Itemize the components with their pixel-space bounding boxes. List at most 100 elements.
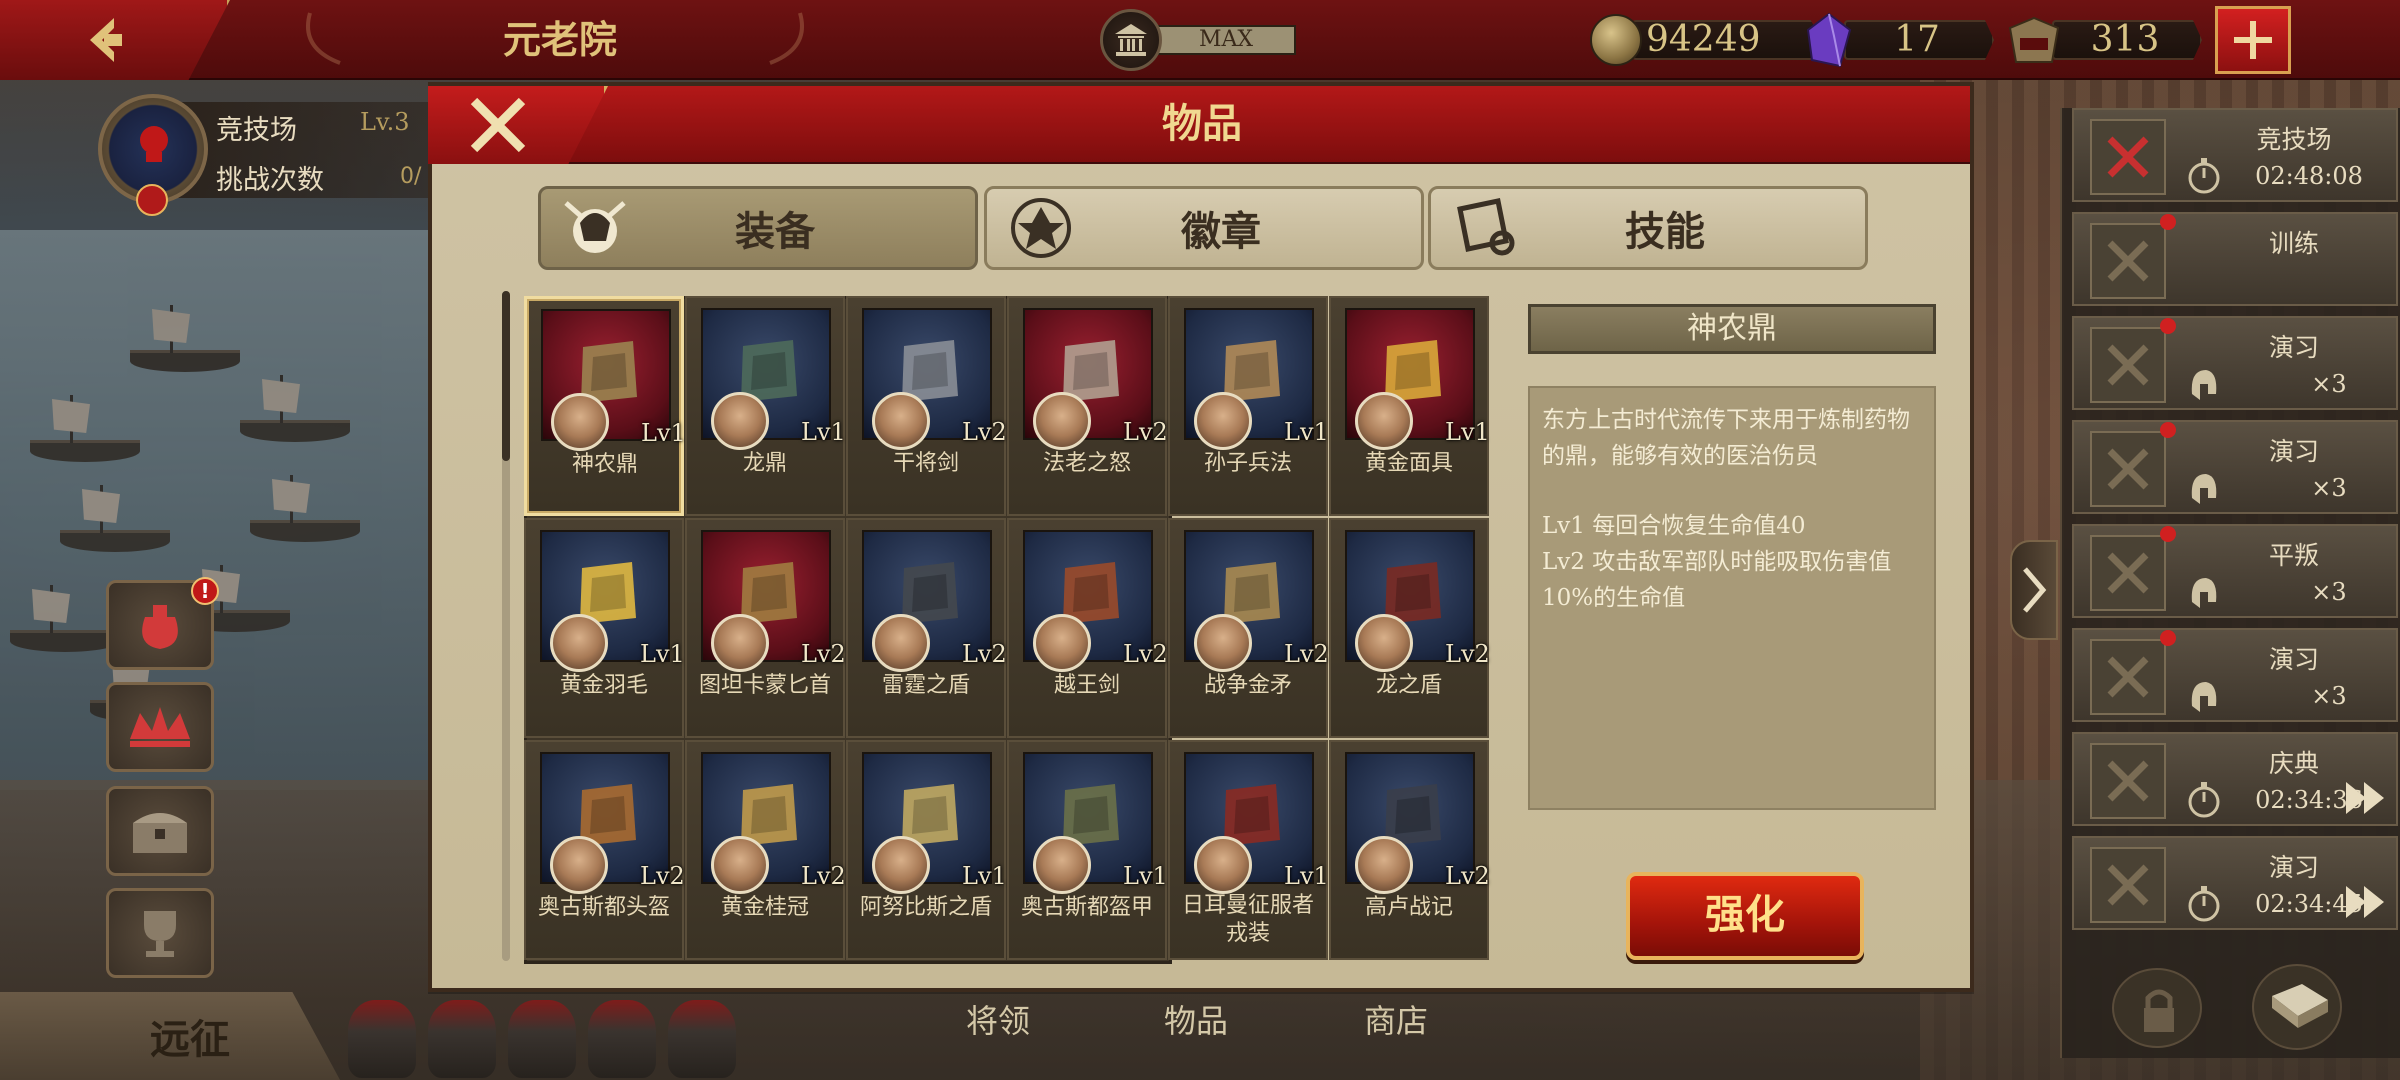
laurel-crown-icon [130, 707, 190, 747]
quest-item[interactable]: 演习 ×3 [2072, 628, 2398, 722]
item-level: Lv2 [1445, 640, 1490, 668]
add-resource-button[interactable] [2215, 6, 2291, 74]
bottom-tab-items[interactable]: 物品 [1164, 996, 1228, 1042]
item-name: 图坦卡蒙匕首 [698, 673, 831, 698]
quest-count: ×3 [2311, 682, 2347, 710]
tab-equipment-label: 装备 [735, 208, 815, 255]
chest-button[interactable] [106, 786, 214, 876]
item-level: Lv1 [962, 862, 1007, 890]
quest-alert-dot [2160, 526, 2176, 542]
modal-title: 物品 [1162, 100, 1242, 147]
item-slot[interactable]: Lv1 黄金面具 [1329, 296, 1490, 516]
item-slot[interactable]: Lv2 黄金桂冠 [685, 740, 846, 960]
quest-item[interactable]: 庆典 02:34:36 [2072, 732, 2398, 826]
helmet-icon [2191, 578, 2217, 608]
detail-title-bar: 神农鼎 [1528, 304, 1936, 354]
item-slot[interactable]: Lv1 龙鼎 [685, 296, 846, 516]
item-image: Lv2 [1345, 530, 1490, 672]
quest-title: 训练 [2268, 229, 2319, 258]
general-portrait [550, 836, 608, 894]
stopwatch-icon [2188, 158, 2220, 194]
item-slot[interactable]: Lv2 图坦卡蒙匕首 [685, 518, 846, 738]
general-portrait [1194, 392, 1252, 450]
item-slot[interactable]: Lv2 干将剑 [846, 296, 1007, 516]
item-slot[interactable]: Lv1 神农鼎 [524, 296, 686, 516]
senate-level[interactable]: MAX [1100, 9, 1296, 71]
item-slot[interactable]: Lv2 雷霆之盾 [846, 518, 1007, 738]
item-slot[interactable]: Lv2 奥古斯都头盔 [524, 740, 685, 960]
senate-level-value: MAX [1156, 25, 1296, 55]
expedition-button[interactable]: 远征 [0, 992, 340, 1080]
item-image: Lv2 [701, 530, 846, 672]
tab-badges[interactable]: 徽章 [984, 186, 1424, 270]
challenge-count: 0/ [400, 164, 422, 189]
fast-forward-icon[interactable] [2344, 882, 2388, 922]
arena-name: 竞技场 [216, 115, 297, 146]
grid-scrollbar-thumb[interactable] [502, 291, 510, 461]
item-image: Lv2 [1023, 308, 1168, 450]
tab-skills-label: 技能 [1625, 208, 1705, 255]
temple-icon [2090, 743, 2166, 819]
quest-item[interactable]: 演习 ×3 [2072, 316, 2398, 410]
item-slot[interactable]: Lv2 战争金矛 [1168, 518, 1329, 738]
helmet-icon [2191, 370, 2217, 400]
quest-panel: 竞技场 02:48:08 训练 演习 ×3 演习 ×3 平叛 ×3 演习 ×3 庆典 02:34:36 演… [2060, 108, 2400, 1058]
quest-timer: 02:48:08 [2255, 162, 2363, 190]
plus-icon [2234, 21, 2272, 59]
item-slot[interactable]: Lv2 越王剑 [1007, 518, 1168, 738]
items-modal: 物品 装备 徽章 技能 Lv1 神农鼎 Lv1 龙鼎 Lv2 干将剑 Lv2 法老之怒 Lv1 孙… [428, 82, 1974, 992]
arena-card[interactable]: 竞技场 Lv.3 挑战次数 0/ [98, 94, 438, 216]
item-slot[interactable]: Lv1 日耳曼征服者戎装 [1168, 740, 1329, 960]
item-slot[interactable]: Lv1 孙子兵法 [1168, 296, 1329, 516]
gold-resource: 94249 [1590, 14, 1822, 66]
quest-item[interactable]: 演习 ×3 [2072, 420, 2398, 514]
stopwatch-icon [2188, 782, 2220, 818]
item-slot[interactable]: Lv1 黄金羽毛 [524, 518, 685, 738]
general-portrait [1194, 836, 1252, 894]
item-slot[interactable]: Lv2 龙之盾 [1329, 518, 1490, 738]
fast-forward-icon[interactable] [2344, 778, 2388, 818]
helmet-icon [668, 1000, 736, 1078]
detail-title: 神农鼎 [1687, 311, 1777, 346]
item-level: Lv2 [1123, 418, 1168, 446]
item-level: Lv2 [801, 640, 846, 668]
item-name: 日耳曼征服者戎装 [1181, 893, 1314, 946]
back-button[interactable] [0, 0, 230, 80]
item-slot[interactable]: Lv1 阿努比斯之盾 [846, 740, 1007, 960]
tab-skills[interactable]: 技能 [1428, 186, 1868, 270]
item-image: Lv1 [1184, 752, 1329, 894]
quest-panel-toggle[interactable] [2010, 540, 2058, 640]
trophy-button[interactable] [106, 888, 214, 978]
page-title: 元老院 [502, 17, 617, 62]
general-portrait [711, 392, 769, 450]
item-slot[interactable]: Lv1 奥古斯都盔甲 [1007, 740, 1168, 960]
general-portrait [1194, 614, 1252, 672]
item-image: Lv1 [540, 530, 685, 672]
lock-button[interactable] [2112, 968, 2202, 1048]
arena-refresh-icon[interactable] [136, 184, 168, 216]
enhance-button[interactable]: 强化 [1626, 872, 1864, 960]
quest-item[interactable]: 竞技场 02:48:08 [2072, 108, 2398, 202]
bottom-tab-generals[interactable]: 将领 [966, 996, 1030, 1042]
quest-item[interactable]: 平叛 ×3 [2072, 524, 2398, 618]
quest-log-button[interactable] [2252, 964, 2342, 1050]
general-portrait [1033, 836, 1091, 894]
crown-button[interactable] [106, 682, 214, 772]
item-slot[interactable]: Lv2 高卢战记 [1329, 740, 1490, 960]
tab-equipment[interactable]: 装备 [538, 186, 978, 270]
bag-button[interactable]: ! [106, 577, 219, 670]
quest-item[interactable]: 训练 [2072, 212, 2398, 306]
quest-item[interactable]: 演习 02:34:45 [2072, 836, 2398, 930]
general-portrait [872, 392, 930, 450]
money-bag-icon [142, 605, 178, 649]
senate-building-icon [1100, 9, 1162, 71]
item-level: Lv1 [801, 418, 846, 446]
spartan-helmet-icon [2090, 223, 2166, 299]
spqr-resource: 313 [2006, 14, 2202, 66]
item-slot[interactable]: Lv2 法老之怒 [1007, 296, 1168, 516]
quest-alert-dot [2160, 318, 2176, 334]
quest-title: 演习 [2268, 437, 2319, 466]
general-portrait [711, 614, 769, 672]
close-button[interactable] [428, 86, 608, 164]
bottom-tab-shop[interactable]: 商店 [1364, 996, 1428, 1042]
